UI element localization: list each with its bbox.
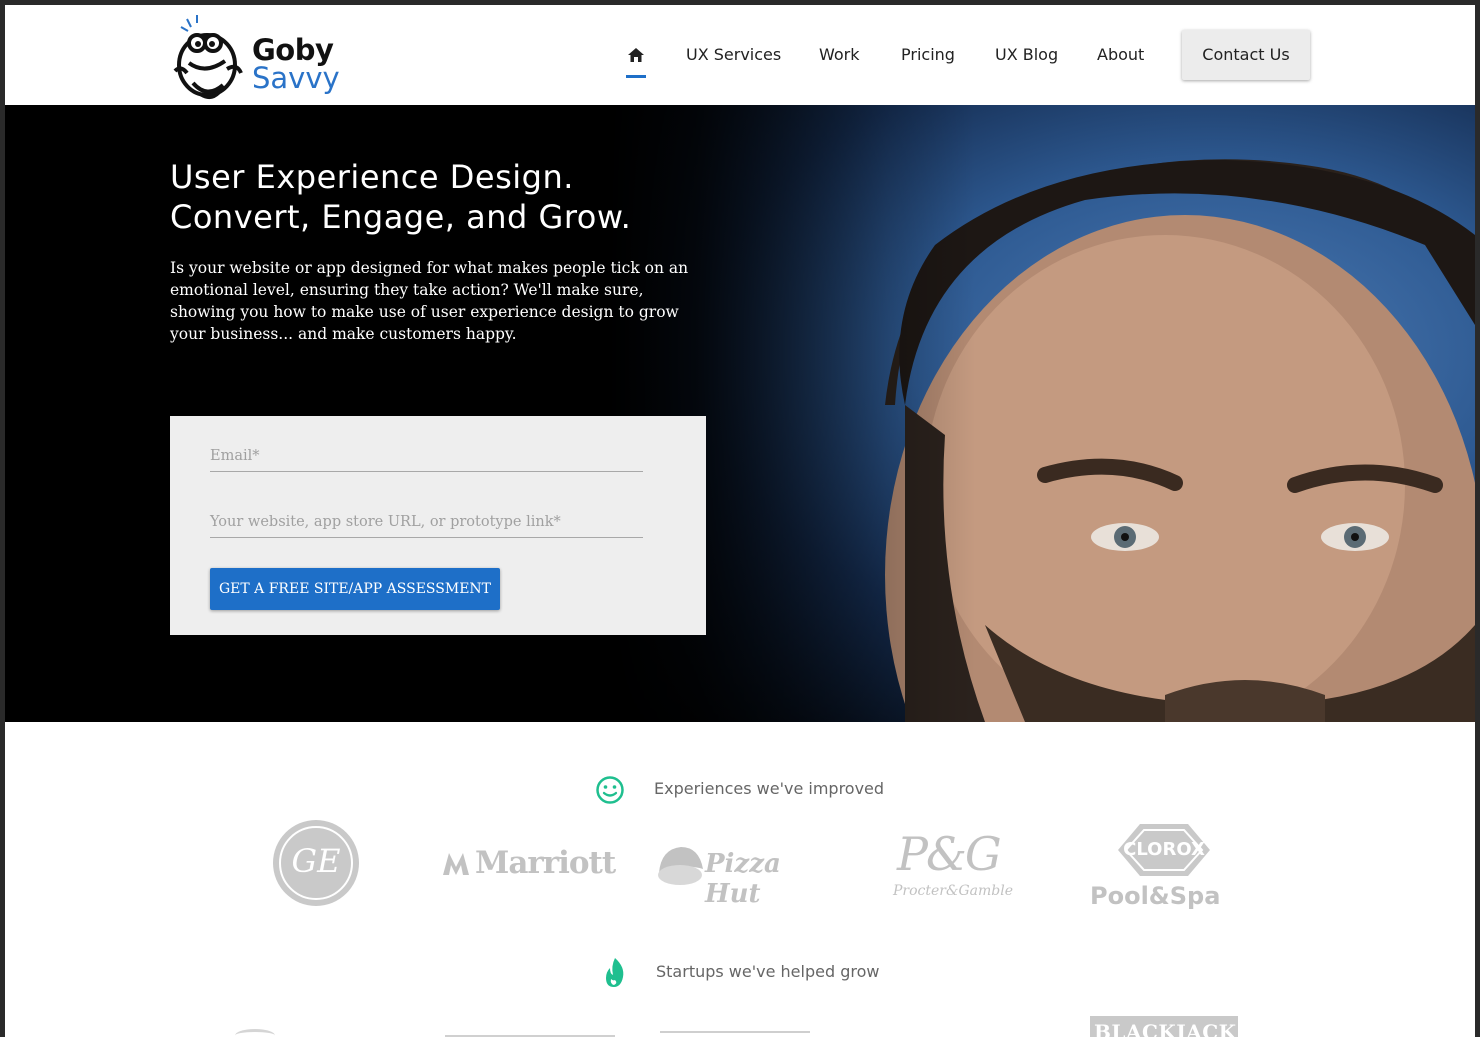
brand-logo-pizza-hut: Pizza Hut bbox=[655, 841, 830, 909]
hero-headline: User Experience Design. Convert, Engage,… bbox=[170, 157, 730, 237]
brand-logo-marriott: Marriott bbox=[441, 843, 621, 887]
active-nav-indicator bbox=[626, 75, 646, 78]
main-nav: UX Services Work Pricing UX Blog About C… bbox=[5, 5, 1475, 105]
startup-logo-partial bbox=[235, 1029, 275, 1037]
brand-logo-ge: GE bbox=[271, 818, 361, 908]
nav-pricing[interactable]: Pricing bbox=[901, 45, 955, 64]
assessment-form: Email* Your website, app store URL, or p… bbox=[170, 416, 706, 635]
nav-ux-blog[interactable]: UX Blog bbox=[995, 45, 1058, 64]
startup-logo-partial bbox=[660, 1031, 810, 1037]
nav-about[interactable]: About bbox=[1097, 45, 1144, 64]
nav-work[interactable]: Work bbox=[819, 45, 860, 64]
smiley-icon bbox=[596, 776, 624, 804]
email-placeholder: Email* bbox=[210, 448, 260, 464]
hero-subtitle: Is your website or app designed for what… bbox=[170, 259, 689, 343]
headline-line-1: User Experience Design. bbox=[170, 158, 574, 196]
headline-line-2: Convert, Engage, and Grow. bbox=[170, 198, 632, 236]
brand-logo-procter-gamble: P&G Procter&Gamble bbox=[893, 827, 1013, 899]
email-field[interactable]: Email* bbox=[210, 445, 643, 472]
brand-logo-clorox-pool-spa: CLOROX Pool&Spa bbox=[1090, 822, 1240, 914]
nav-ux-services[interactable]: UX Services bbox=[686, 45, 781, 64]
website-url-field[interactable]: Your website, app store URL, or prototyp… bbox=[210, 511, 643, 538]
free-assessment-button[interactable]: GET A FREE SITE/APP ASSESSMENT bbox=[210, 568, 500, 610]
startups-heading: Startups we've helped grow bbox=[656, 962, 880, 981]
site-header: Goby Savvy UX Services Work Pricing UX B… bbox=[5, 5, 1475, 105]
contact-us-button[interactable]: Contact Us bbox=[1182, 30, 1310, 80]
home-icon bbox=[628, 48, 644, 62]
experiences-heading: Experiences we've improved bbox=[654, 779, 885, 798]
flame-icon bbox=[606, 958, 624, 987]
url-placeholder: Your website, app store URL, or prototyp… bbox=[210, 514, 561, 530]
brand-logo-blackjack: BLACKJACK bbox=[1090, 1016, 1238, 1037]
hero-section: User Experience Design. Convert, Engage,… bbox=[5, 105, 1475, 722]
